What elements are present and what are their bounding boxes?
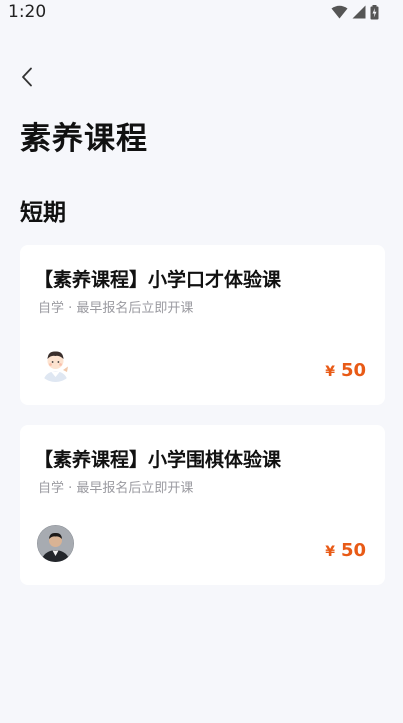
battery-charging-icon bbox=[370, 4, 379, 19]
price-tag: ¥ 50 bbox=[325, 360, 366, 381]
status-time: 1:20 bbox=[8, 2, 47, 22]
chevron-left-icon bbox=[22, 67, 32, 87]
course-title: 【素养课程】小学口才体验课 bbox=[34, 269, 282, 291]
section-title: 短期 bbox=[20, 200, 66, 226]
price-currency: ¥ bbox=[325, 544, 335, 560]
wifi-icon bbox=[331, 5, 348, 19]
course-card[interactable]: 【素养课程】小学围棋体验课 自学 · 最早报名后立即开课 ¥ 50 bbox=[20, 425, 385, 585]
price-amount: 50 bbox=[340, 540, 366, 561]
course-card[interactable]: 【素养课程】小学口才体验课 自学 · 最早报名后立即开课 ¥ 50 bbox=[20, 245, 385, 405]
price-tag: ¥ 50 bbox=[325, 540, 366, 561]
price-currency: ¥ bbox=[325, 364, 335, 380]
screen: 1:20 素养课程 短期 【素养课程】小学口才体验课 自学 · 最早报名后立即开… bbox=[0, 0, 403, 723]
teacher-avatar-photo-icon bbox=[37, 525, 74, 562]
signal-icon bbox=[352, 5, 366, 19]
status-icons bbox=[331, 4, 379, 20]
page-title: 素养课程 bbox=[20, 121, 148, 157]
course-meta: 自学 · 最早报名后立即开课 bbox=[38, 301, 194, 316]
course-meta: 自学 · 最早报名后立即开课 bbox=[38, 481, 194, 496]
status-bar: 1:20 bbox=[0, 0, 403, 24]
back-button[interactable] bbox=[14, 64, 40, 90]
course-title: 【素养课程】小学围棋体验课 bbox=[34, 449, 282, 471]
teacher-avatar-cartoon-icon bbox=[37, 345, 74, 382]
price-amount: 50 bbox=[340, 360, 366, 381]
